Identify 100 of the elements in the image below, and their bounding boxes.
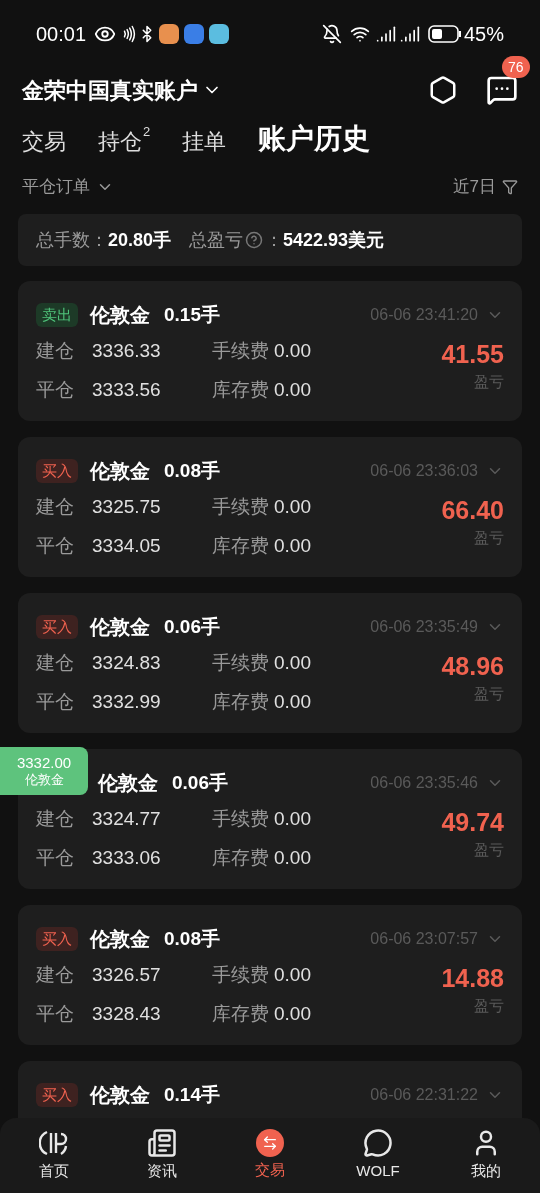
field-label: 建仓 (36, 339, 75, 363)
symbol: 伦敦金 (90, 303, 150, 328)
side-tag: 卖出 (36, 302, 78, 328)
profit-label: 盈亏 (474, 372, 504, 392)
field-label: 手续费 (212, 651, 270, 675)
tab[interactable]: 交易 (22, 125, 66, 160)
nav-item[interactable]: 资讯 (122, 1128, 202, 1183)
field-label: 手续费 (212, 495, 270, 519)
wifi-icon (349, 24, 370, 44)
profit-value: 41.55 (441, 339, 504, 370)
lot-size: 0.06手 (164, 614, 220, 639)
clock: 00:01 (36, 22, 87, 47)
battery-level: 45% (463, 22, 504, 47)
symbol: 伦敦金 (90, 459, 150, 484)
order-type-dropdown[interactable]: 平仓订单 (22, 174, 114, 200)
profit-value: 49.74 (441, 807, 504, 838)
field-label: 建仓 (36, 495, 75, 519)
field-label: 手续费 (212, 339, 270, 363)
field-label: 手续费 (212, 963, 270, 987)
app-icon (209, 24, 230, 44)
order-time: 06-06 22:31:22 (370, 1085, 478, 1105)
settings-icon[interactable] (428, 75, 458, 105)
tab[interactable]: 账户历史 (258, 118, 371, 160)
close-price: 3328.43 (92, 1001, 162, 1026)
open-price: 3326.57 (92, 963, 162, 987)
close-price: 3333.06 (92, 845, 162, 870)
order-time: 06-06 23:41:20 (370, 305, 478, 325)
account-selector[interactable]: 金荣中国真实账户 (22, 73, 222, 107)
order-time: 06-06 23:36:03 (370, 461, 478, 481)
open-price: 3324.77 (92, 807, 162, 831)
field-label: 库存费 (212, 377, 270, 402)
date-range-filter[interactable]: 近7日 (452, 174, 518, 200)
order-card[interactable]: 买入 伦敦金 0.08手 06-06 23:36:03 建仓 3325.75 手续费 0.00 平仓 3334.05 库存费 0.00 66.40 盈亏 (18, 437, 522, 577)
position-count: 2 (143, 125, 151, 138)
exchange-icon (256, 1129, 284, 1158)
newspaper-icon (147, 1128, 177, 1159)
lot-size: 0.15手 (164, 302, 220, 327)
close-price: 3333.56 (92, 377, 162, 402)
nav-item[interactable]: 我的 (446, 1128, 526, 1183)
field-label: 库存费 (212, 1001, 270, 1026)
help-icon[interactable] (245, 231, 264, 249)
app-icon (184, 24, 205, 44)
profit-value: 14.88 (441, 963, 504, 994)
profit-value: 48.96 (441, 651, 504, 682)
nav-item[interactable]: WOLF (338, 1128, 418, 1183)
order-card[interactable]: 买入 伦敦金 0.06手 06-06 23:35:49 建仓 3324.83 手续费 0.00 平仓 3332.99 库存费 0.00 48.96 盈亏 (18, 593, 522, 733)
lot-size: 0.08手 (164, 926, 220, 951)
symbol: 伦敦金 (90, 615, 150, 640)
side-tag: 买入 (36, 458, 78, 484)
order-card[interactable]: 买入 伦敦金 0.08手 06-06 23:07:57 建仓 3326.57 手续费 0.00 平仓 3328.43 库存费 0.00 14.88 盈亏 (18, 905, 522, 1045)
tab[interactable]: 挂单 (182, 125, 227, 160)
field-label: 建仓 (36, 807, 75, 831)
field-label: 建仓 (36, 651, 75, 675)
side-tag: 买入 (36, 926, 78, 952)
lot-size: 0.14手 (164, 1082, 220, 1107)
lot-size: 0.06手 (172, 770, 228, 795)
swap-value: 0.00 (274, 377, 311, 402)
summary-label: 总盈亏 (189, 228, 244, 252)
field-label: 平仓 (36, 845, 75, 870)
field-label: 库存费 (212, 689, 270, 714)
filter-icon (502, 179, 518, 195)
close-price: 3334.05 (92, 533, 162, 558)
message-icon[interactable] (486, 74, 518, 106)
nav-item[interactable]: 首页 (14, 1128, 94, 1183)
tag-symbol: 伦敦金 (24, 772, 64, 788)
fee-value: 0.00 (274, 339, 311, 363)
field-label: 平仓 (36, 1001, 75, 1026)
swap-value: 0.00 (274, 689, 311, 714)
symbol: 伦敦金 (90, 927, 150, 952)
symbol: 伦敦金 (90, 1083, 150, 1108)
field-label: 库存费 (212, 845, 270, 870)
fee-value: 0.00 (274, 807, 311, 831)
field-label: 平仓 (36, 377, 75, 402)
profit-value: 66.40 (441, 495, 504, 526)
order-time: 06-06 23:07:57 (370, 929, 478, 949)
tag-price: 3332.00 (16, 754, 72, 772)
fee-value: 0.00 (274, 651, 311, 675)
fee-value: 0.00 (274, 495, 311, 519)
field-label: 库存费 (212, 533, 270, 558)
chat-icon (363, 1128, 393, 1159)
open-price: 3336.33 (92, 339, 162, 363)
swap-value: 0.00 (274, 533, 311, 558)
close-price: 3332.99 (92, 689, 162, 714)
symbol: 伦敦金 (98, 771, 158, 796)
field-label: 建仓 (36, 963, 75, 987)
battery-icon (427, 25, 462, 43)
profit-label: 盈亏 (474, 996, 504, 1016)
order-card[interactable]: 买入 伦敦金 0.14手 06-06 22:31:22 (18, 1061, 522, 1118)
lot-size: 0.08手 (164, 458, 220, 483)
swap-value: 0.00 (274, 1001, 311, 1026)
order-time: 06-06 23:35:49 (370, 617, 478, 637)
summary-label: 总手数： (36, 228, 108, 252)
order-card[interactable]: 卖出 伦敦金 0.15手 06-06 23:41:20 建仓 3336.33 手续费 0.00 平仓 3333.56 库存费 0.00 41.55 盈亏 (18, 281, 522, 421)
profit-label: 盈亏 (474, 684, 504, 704)
total-profit: 5422.93美元 (283, 228, 385, 252)
signal-icon (375, 24, 396, 44)
fee-value: 0.00 (274, 963, 311, 987)
message-badge: 76 (502, 56, 530, 78)
total-lots: 20.80手 (108, 228, 172, 252)
nav-item[interactable]: 交易 (230, 1129, 310, 1182)
